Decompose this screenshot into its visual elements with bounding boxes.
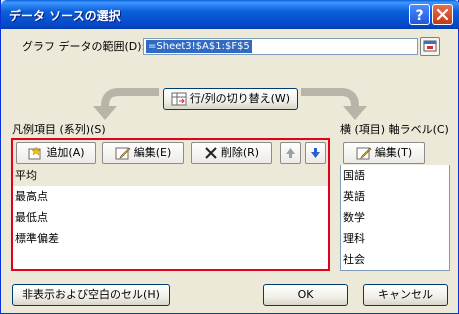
- edit-icon: [115, 147, 131, 160]
- axis-label-list[interactable]: 国語 英語 数学 理科 社会: [340, 165, 450, 271]
- ok-button[interactable]: OK: [263, 284, 348, 306]
- list-item[interactable]: 最低点: [13, 207, 328, 228]
- edit-series-button[interactable]: 編集(E): [102, 142, 184, 164]
- edit-axis-button[interactable]: 編集(T): [343, 142, 425, 164]
- svg-text:?: ?: [415, 8, 423, 24]
- list-item[interactable]: 国語: [341, 165, 449, 186]
- close-icon: [436, 8, 449, 21]
- list-item[interactable]: 最高点: [13, 186, 328, 207]
- collapse-dialog-button[interactable]: [420, 37, 440, 56]
- arrow-up-icon: [286, 148, 295, 158]
- list-item[interactable]: 社会: [341, 249, 449, 270]
- legend-label: 凡例項目 (系列)(S): [12, 123, 106, 136]
- hidden-empty-cells-button[interactable]: 非表示および空白のセル(H): [12, 284, 170, 306]
- switch-row-column-button[interactable]: 行/列の切り替え(W): [163, 88, 298, 110]
- help-button[interactable]: ?: [409, 4, 430, 25]
- axis-label: 横 (項目) 軸ラベル(C): [340, 123, 449, 136]
- list-item[interactable]: 英語: [341, 186, 449, 207]
- arrow-right-icon: [301, 88, 367, 120]
- delete-icon: [205, 147, 217, 159]
- delete-series-button[interactable]: 削除(R): [191, 142, 272, 164]
- list-item[interactable]: 理科: [341, 228, 449, 249]
- move-up-button[interactable]: [280, 142, 301, 164]
- window-title: データ ソースの選択: [9, 9, 121, 23]
- arrow-left-icon: [93, 88, 159, 120]
- add-series-button[interactable]: 追加(A): [16, 142, 96, 164]
- legend-series-list[interactable]: 平均 最高点 最低点 標準偏差: [13, 165, 328, 269]
- title-bar[interactable]: データ ソースの選択 ?: [1, 0, 459, 29]
- arrow-down-icon: [311, 148, 320, 158]
- list-item[interactable]: 標準偏差: [13, 228, 328, 249]
- range-value: =Sheet3!$A$1:$F$5: [146, 40, 252, 53]
- list-item[interactable]: 数学: [341, 207, 449, 228]
- range-select-icon: [423, 40, 437, 52]
- dialog-window: データ ソースの選択 ? グラフ データの範囲(D): =Sheet3!$A$1…: [0, 0, 459, 314]
- range-label: グラフ データの範囲(D):: [22, 40, 146, 53]
- close-button[interactable]: [432, 4, 453, 25]
- range-input[interactable]: =Sheet3!$A$1:$F$5: [143, 38, 418, 55]
- edit-icon: [356, 147, 372, 160]
- add-icon: [28, 146, 42, 160]
- question-icon: ?: [415, 8, 423, 24]
- list-item[interactable]: 平均: [13, 165, 328, 186]
- move-down-button[interactable]: [305, 142, 326, 164]
- switch-row-column-icon: [171, 92, 187, 106]
- cancel-button[interactable]: キャンセル: [363, 284, 448, 306]
